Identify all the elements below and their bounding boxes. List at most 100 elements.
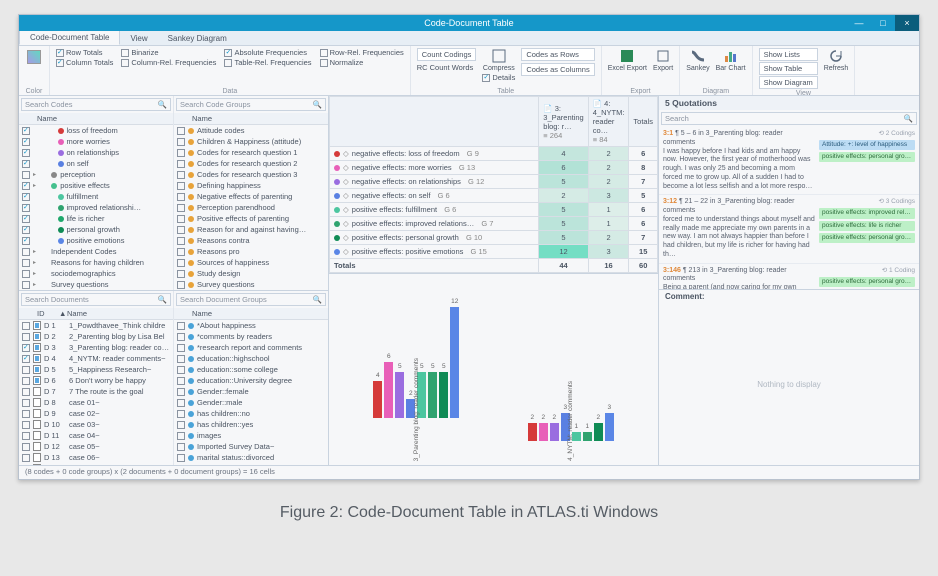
chart-bar[interactable]: 2 [550,423,559,441]
code-group-item[interactable]: Children & Happiness (attitude) [174,136,328,147]
code-item[interactable]: ▸sociodemographics [19,268,173,279]
quotation-item[interactable]: 3:12 ¶ 21 – 22 in 3_Parenting blog: read… [659,195,919,263]
document-item[interactable]: D 12case 05~ [19,441,173,452]
chart-bar[interactable]: 12 [450,307,459,418]
code-group-item[interactable]: Perception parendhood [174,202,328,213]
code-item[interactable]: ▸Reasons for having children [19,257,173,268]
code-item[interactable]: ▸ perception [19,169,173,180]
document-group-item[interactable]: Imported Survey Data~ [174,441,328,452]
show-lists-button[interactable]: Show Lists [759,48,818,61]
show-table-button[interactable]: Show Table [759,62,818,75]
document-group-item[interactable]: education::highschool [174,353,328,364]
chart-bar[interactable]: 2 [539,423,548,441]
compress-button[interactable]: CompressDetails [482,48,515,82]
check-normalize[interactable]: Normalize [320,58,404,67]
table-row[interactable]: ◇ negative effects: more worries G 13628 [330,161,658,175]
minimize-button[interactable]: — [847,15,871,31]
quotation-item[interactable]: 3:1 ¶ 5 – 6 in 3_Parenting blog: reader … [659,127,919,195]
code-group-item[interactable]: Positive effects of parenting [174,213,328,224]
code-group-item[interactable]: Reason for and against having… [174,224,328,235]
code-group-item[interactable]: Reasons contra [174,235,328,246]
check-row-totals[interactable]: Row Totals [56,48,113,57]
table-row[interactable]: ◇ negative effects: on self G 6235 [330,189,658,203]
col-name[interactable]: Name [63,308,91,319]
show-diagram-button[interactable]: Show Diagram [759,76,818,89]
document-item[interactable]: D 10case 03~ [19,419,173,430]
code-group-item[interactable]: Sources of happiness [174,257,328,268]
excel-export-button[interactable]: Excel Export [608,48,647,72]
document-item[interactable]: D 13case 06~ [19,452,173,463]
col-name[interactable]: Name [188,113,216,124]
code-item[interactable]: on self [19,158,173,169]
code-group-item[interactable]: Codes for research question 2 [174,158,328,169]
code-item[interactable]: ▸Survey questions [19,279,173,290]
document-group-item[interactable]: Gender::male [174,397,328,408]
check-row-rel-frequencies[interactable]: Row-Rel. Frequencies [320,48,404,57]
check-table-rel-frequencies[interactable]: Table-Rel. Frequencies [224,58,311,67]
table-row[interactable]: ◇ negative effects: on relationships G 1… [330,175,658,189]
close-button[interactable]: × [895,15,919,31]
code-item[interactable]: more worries [19,136,173,147]
document-group-item[interactable]: education::University degree [174,375,328,386]
search-code-groups-input[interactable]: Search Code Groups🔍 [176,98,326,111]
document-group-item[interactable]: images [174,430,328,441]
code-item[interactable]: life is richer [19,213,173,224]
col-name[interactable]: Name [188,308,216,319]
export-button[interactable]: Export [653,48,673,72]
document-item[interactable]: D 11_Powdthavee_Think childre [19,320,173,331]
code-group-item[interactable]: Codes for research question 3 [174,169,328,180]
search-quotations-input[interactable]: Search🔍 [661,112,917,125]
code-group-item[interactable]: Study design [174,268,328,279]
count-words-button[interactable]: Count Words [430,63,474,72]
check-absolute-frequencies[interactable]: Absolute Frequencies [224,48,311,57]
chart-bar[interactable]: 4 [373,381,382,418]
document-item[interactable]: D 9case 02~ [19,408,173,419]
chart-bar[interactable]: 5 [395,372,404,418]
code-group-item[interactable]: Reasons pro [174,246,328,257]
chart-bar[interactable]: 5 [439,372,448,418]
check-column-rel-frequencies[interactable]: Column-Rel. Frequencies [121,58,216,67]
table-row[interactable]: ◇ positive effects: personal growth G 10… [330,231,658,245]
document-group-item[interactable]: *comments by readers [174,331,328,342]
maximize-button[interactable]: □ [871,15,895,31]
tab-code-document-table[interactable]: Code-Document Table [19,30,120,45]
col-name[interactable]: Name [33,113,61,124]
document-group-item[interactable]: has children::no [174,408,328,419]
document-item[interactable]: D 55_Happiness Research~ [19,364,173,375]
document-item[interactable]: D 11case 04~ [19,430,173,441]
quotation-item[interactable]: 3:146 ¶ 213 in 3_Parenting blog: reader … [659,264,919,290]
chart-bar[interactable]: 3 [605,413,614,441]
document-item[interactable]: D 66 Don't worry be happy [19,375,173,386]
document-group-item[interactable]: has children::yes [174,419,328,430]
code-item[interactable]: ▸Independent Codes [19,246,173,257]
chart-bar[interactable]: 2 [594,423,603,441]
chart-bar[interactable]: 1 [583,432,592,441]
document-group-item[interactable]: marital status::divorced [174,452,328,463]
document-item[interactable]: D 77 The route is the goal [19,386,173,397]
chart-bar[interactable]: 6 [384,362,393,417]
tab-sankey-diagram[interactable]: Sankey Diagram [158,32,237,45]
sankey-button[interactable]: Sankey [686,48,709,72]
table-row[interactable]: ◇ positive effects: improved relations… … [330,217,658,231]
code-group-item[interactable]: Survey questions [174,279,328,290]
chart-bar[interactable]: 2 [528,423,537,441]
count-codings-button[interactable]: Count Codings [417,48,477,61]
code-item[interactable]: positive emotions [19,235,173,246]
document-item[interactable]: D 22_Parenting blog by Lisa Bel [19,331,173,342]
code-item[interactable]: on relationships [19,147,173,158]
code-group-item[interactable]: Attitude codes [174,125,328,136]
color-picker[interactable] [27,50,41,64]
code-group-item[interactable]: Codes for research question 1 [174,147,328,158]
search-documents-input[interactable]: Search Documents🔍 [21,293,171,306]
chart-bar[interactable]: 5 [428,372,437,418]
document-group-item[interactable]: *About happiness [174,320,328,331]
code-item[interactable]: fulfillment [19,191,173,202]
search-document-groups-input[interactable]: Search Document Groups🔍 [176,293,326,306]
document-item[interactable]: D 8case 01~ [19,397,173,408]
check-binarize[interactable]: Binarize [121,48,216,57]
codes-as-columns-button[interactable]: Codes as Columns [521,63,594,76]
code-item[interactable]: personal growth [19,224,173,235]
document-group-item[interactable]: education::some college [174,364,328,375]
code-item[interactable]: ▸ positive effects [19,180,173,191]
document-item[interactable]: D 44_NYTM: reader comments~ [19,353,173,364]
